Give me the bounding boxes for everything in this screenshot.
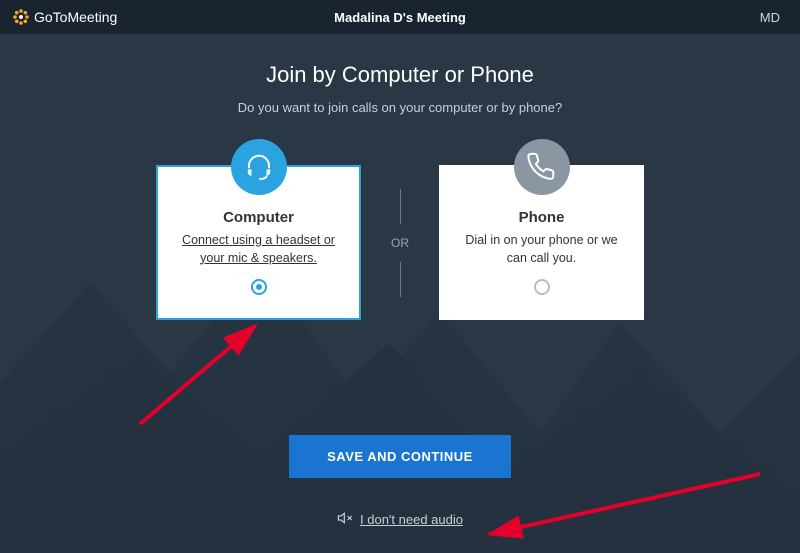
topbar: GoToMeeting Madalina D's Meeting MD [0,0,800,34]
headset-icon [231,139,287,195]
daisy-icon [12,8,30,26]
page-subheading: Do you want to join calls on your comput… [0,100,800,115]
separator-label: OR [391,236,409,250]
app-logo-text: GoToMeeting [34,9,117,25]
phone-option-description: Dial in on your phone or we can call you… [459,232,624,267]
computer-option-title: Computer [223,209,294,226]
phone-option-title: Phone [519,209,565,226]
annotation-arrow [130,314,275,434]
no-audio-label: I don't need audio [360,512,463,527]
no-audio-link[interactable]: I don't need audio [337,510,463,529]
computer-option-card[interactable]: Computer Connect using a headset or your… [156,165,361,320]
speaker-muted-icon [337,510,353,529]
save-and-continue-button[interactable]: SAVE AND CONTINUE [289,435,511,478]
user-initials-badge[interactable]: MD [752,6,788,29]
phone-icon [514,139,570,195]
app-logo: GoToMeeting [12,8,117,26]
page-heading: Join by Computer or Phone [0,62,800,88]
main-content: Join by Computer or Phone Do you want to… [0,34,800,553]
options-separator: OR [391,189,409,297]
computer-radio[interactable] [251,279,267,295]
separator-line [400,189,401,224]
meeting-title: Madalina D's Meeting [334,10,466,25]
phone-radio[interactable] [534,279,550,295]
separator-line [400,262,401,297]
audio-options: Computer Connect using a headset or your… [0,165,800,320]
computer-option-description: Connect using a headset or your mic & sp… [176,232,341,267]
phone-option-card[interactable]: Phone Dial in on your phone or we can ca… [439,165,644,320]
